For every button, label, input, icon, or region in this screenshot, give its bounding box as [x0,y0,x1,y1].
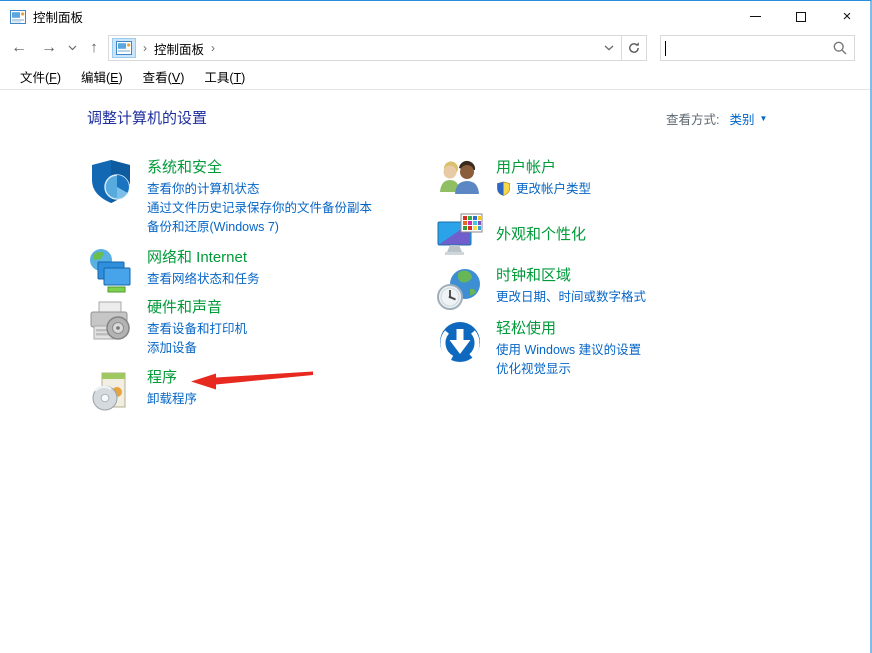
window-title: 控制面板 [33,7,83,26]
category-title-hardware-sound[interactable]: 硬件和声音 [147,298,222,318]
breadcrumb-control-panel[interactable]: 控制面板 [154,39,204,58]
category-title-network-internet[interactable]: 网络和 Internet [147,248,247,268]
user-accounts-people-icon[interactable] [436,157,484,205]
navigation-bar: ← → ↑ › 控制面板 › [0,32,870,63]
page-title: 调整计算机的设置 [87,107,207,128]
search-icon[interactable] [833,41,847,55]
control-panel-window: 控制面板 × ← → ↑ › 控制面板 › [0,0,872,653]
recent-pages-dropdown[interactable] [64,32,80,63]
menu-tools[interactable]: 工具(T) [194,63,255,90]
address-bar[interactable]: › 控制面板 › [108,35,647,61]
clock-region-globe-icon[interactable] [436,265,484,313]
chevron-down-icon [604,45,614,51]
link-optimize-visual-display[interactable]: 优化视觉显示 [496,360,641,379]
maximize-icon [796,12,806,22]
breadcrumb-location-icon-box[interactable] [112,38,136,58]
category-hardware-sound: 硬件和声音 查看设备和打印机 添加设备 [87,297,247,358]
up-button[interactable]: ↑ [82,32,106,63]
control-panel-icon [116,41,132,55]
view-by-value[interactable]: 类别 [729,109,754,128]
category-title-user-accounts[interactable]: 用户帐户 [496,158,556,178]
category-ease-of-access: 轻松使用 使用 Windows 建议的设置 优化视觉显示 [436,318,641,379]
programs-cd-icon[interactable] [87,367,135,415]
category-title-appearance-personalization[interactable]: 外观和个性化 [496,225,586,245]
hardware-sound-printer-icon[interactable] [87,297,135,345]
category-network-internet: 网络和 Internet 查看网络状态和任务 [87,247,260,295]
title-bar: 控制面板 × [0,1,870,32]
category-system-security: 系统和安全 查看你的计算机状态 通过文件历史记录保存你的文件备份副本 备份和还原… [87,157,372,237]
address-bar-controls [597,36,646,60]
breadcrumb-separator[interactable]: › [211,41,215,55]
ease-of-access-icon[interactable] [436,318,484,366]
refresh-icon [627,41,641,55]
close-button[interactable]: × [824,1,870,32]
maximize-button[interactable] [778,1,824,32]
menu-bar: 文件(F) 编辑(E) 查看(V) 工具(T) [0,63,870,90]
control-panel-icon [10,10,26,24]
link-file-history-backup[interactable]: 通过文件历史记录保存你的文件备份副本 [147,199,372,218]
view-by-control: 查看方式: 类别 ▼ [666,109,767,128]
category-title-programs[interactable]: 程序 [147,368,177,388]
menu-view[interactable]: 查看(V) [133,63,195,90]
back-button[interactable]: ← [6,32,32,63]
link-change-account-type[interactable]: 更改帐户类型 [496,180,591,199]
minimize-button[interactable] [732,1,778,32]
link-add-device[interactable]: 添加设备 [147,339,247,358]
search-input[interactable] [666,36,833,60]
category-title-ease-of-access[interactable]: 轻松使用 [496,319,556,339]
close-icon: × [843,9,852,24]
link-change-date-time-formats[interactable]: 更改日期、时间或数字格式 [496,288,646,307]
category-programs: 程序 卸载程序 [87,367,197,415]
view-by-label: 查看方式: [666,109,719,128]
menu-file[interactable]: 文件(F) [10,63,71,90]
breadcrumb-separator: › [143,41,147,55]
red-arrow-annotation [185,364,320,390]
category-title-clock-region[interactable]: 时钟和区域 [496,266,571,286]
link-suggested-settings[interactable]: 使用 Windows 建议的设置 [496,341,641,360]
category-user-accounts: 用户帐户 更改帐户类型 [436,157,591,205]
view-by-caret-icon[interactable]: ▼ [760,114,768,123]
forward-button[interactable]: → [36,32,62,63]
menu-edit[interactable]: 编辑(E) [71,63,133,90]
category-title-system-security[interactable]: 系统和安全 [147,158,222,178]
caption-buttons: × [732,1,870,32]
link-backup-restore-win7[interactable]: 备份和还原(Windows 7) [147,218,372,237]
category-appearance-personalization: 外观和个性化 [436,211,586,259]
link-view-network-status[interactable]: 查看网络状态和任务 [147,270,260,289]
link-uninstall-program[interactable]: 卸载程序 [147,390,197,409]
network-internet-icon[interactable] [87,247,135,295]
uac-shield-icon [496,181,511,196]
appearance-personalization-monitor-icon[interactable] [436,211,484,259]
system-security-shield-icon[interactable] [87,157,135,205]
address-dropdown-button[interactable] [597,36,621,60]
chevron-down-icon [68,45,77,51]
link-check-computer-status[interactable]: 查看你的计算机状态 [147,180,372,199]
minimize-icon [750,16,761,17]
category-clock-region: 时钟和区域 更改日期、时间或数字格式 [436,265,646,313]
search-box[interactable] [660,35,855,61]
refresh-button[interactable] [621,36,646,60]
control-panel-home: 调整计算机的设置 查看方式: 类别 ▼ 系统和安全 查看你的计算机状态 通过文件… [0,90,870,653]
link-view-devices-printers[interactable]: 查看设备和打印机 [147,320,247,339]
